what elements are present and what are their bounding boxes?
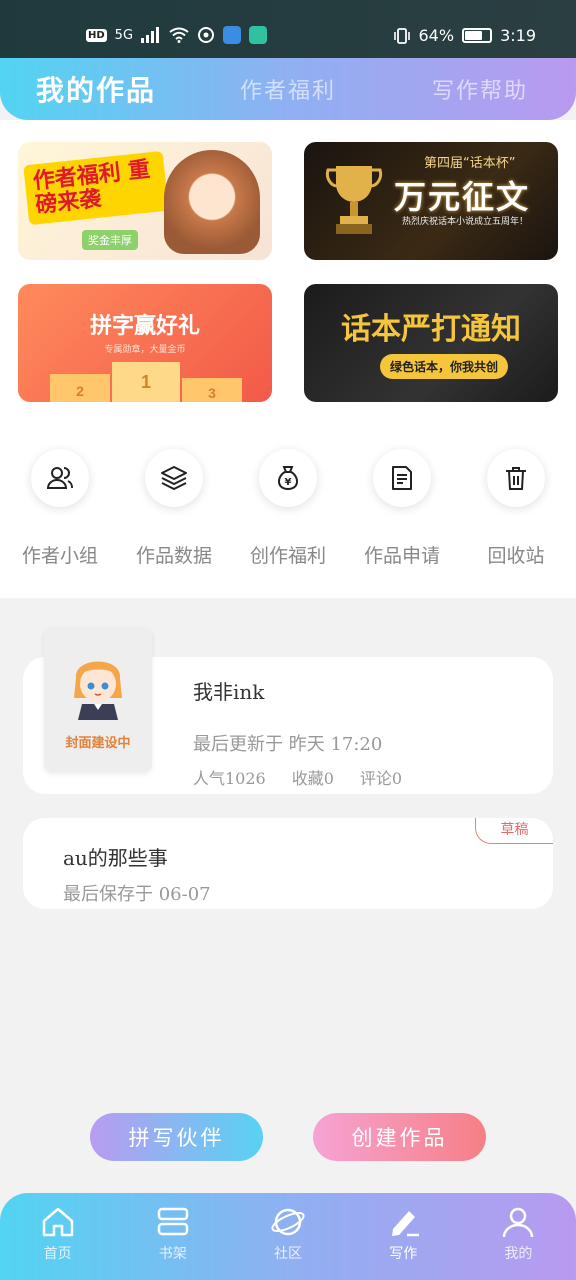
layers-icon [161,466,187,490]
banner-title: 万元征文 [394,178,531,216]
network-indicator: 5G [114,27,134,43]
pen-icon [392,1211,420,1237]
document-icon [392,466,412,490]
banner-subtitle: 专属勋章，大量金币 [104,345,186,355]
banner-title: 拼字赢好礼 [89,314,200,339]
money-bag-icon: ¥ [278,466,298,491]
draft-last-saved: 最后保存于 06-07 [63,884,211,905]
anime-avatar-illustration [74,661,122,720]
banner-kicker: 第四届“话本杯” [424,156,516,171]
hd-indicator: HD [86,28,107,42]
action-label: 作品申请 [363,545,440,567]
user-icon [503,1207,534,1238]
action-label: 回收站 [487,545,545,567]
svg-text:1: 1 [141,372,151,392]
vibrate-icon [393,27,410,44]
banner-crackdown-notice[interactable]: 话本严打通知 绿色话本，你我共创 [304,284,558,402]
users-icon [46,467,73,489]
tab-my-works[interactable]: 我的作品 [0,69,192,109]
nav-community[interactable]: 社区 [230,1193,345,1280]
work-comments: 评论0 [359,769,403,788]
nav-mine[interactable]: 我的 [461,1193,576,1280]
action-recycle-bin[interactable]: 回收站 [459,449,573,568]
action-label: 作品数据 [135,545,212,567]
action-work-data[interactable]: 作品数据 [117,449,231,568]
trash-icon [506,467,526,490]
nav-label: 我的 [504,1246,533,1262]
svg-text:2: 2 [76,383,84,399]
podium-illustration: 2 1 3 [50,362,242,402]
banner-title: 话本严打通知 [341,312,521,347]
nav-write[interactable]: 写作 [346,1193,461,1280]
action-author-group[interactable]: 作者小组 [3,449,117,568]
browser-app-icon [223,26,242,44]
banner-author-benefits[interactable]: 作者福利 重磅来袭 奖金丰厚 [18,142,272,260]
anime-character-illustration [164,150,260,254]
banner-essay-contest[interactable]: 第四届“话本杯” 万元征文 热烈庆祝话本小说成立五周年！ [304,142,558,260]
draft-card[interactable]: 草稿 au的那些事 最后保存于 06-07 [23,818,553,909]
nav-home[interactable]: 首页 [0,1193,115,1280]
action-creation-benefits[interactable]: ¥ 创作福利 [231,449,345,568]
draft-title: au的那些事 [63,846,168,870]
battery-icon [462,28,493,43]
spelling-partner-button[interactable]: 拼写伙伴 [90,1113,263,1161]
work-title[interactable]: 我非ink [193,676,264,705]
nav-label: 社区 [274,1246,302,1262]
work-favorites: 收藏0 [291,769,334,788]
bookshelf-icon [157,1207,189,1236]
planet-icon [271,1208,305,1236]
banner-subtitle: 热烈庆祝话本小说成立五周年！ [402,217,529,227]
message-app-icon [249,26,268,44]
create-work-button[interactable]: 创建作品 [313,1113,486,1161]
tab-author-benefits[interactable]: 作者福利 [192,73,384,105]
clock: 3:19 [500,26,536,45]
trophy-icon [325,166,383,234]
signal-icon [141,27,160,43]
banner-spelling-prize[interactable]: 拼字赢好礼 专属勋章，大量金币 2 1 3 [18,284,272,402]
nav-label: 书架 [158,1246,187,1262]
nav-label: 首页 [43,1246,72,1262]
banner-grid: 作者福利 重磅来袭 奖金丰厚 第四届“话本杯” 万元征文 热烈庆祝话本小说成立五… [0,120,576,405]
work-last-updated: 最后更新于 昨天 17:20 [193,734,383,755]
banner-subtitle: 绿色话本，你我共创 [380,354,509,379]
draft-badge: 草稿 [475,818,553,844]
svg-text:3: 3 [208,385,216,401]
header-tabs: 我的作品 作者福利 写作帮助 [0,58,576,120]
work-cover[interactable]: 封面建设中 [44,628,152,772]
netease-app-icon [198,27,215,43]
tab-writing-help[interactable]: 写作帮助 [384,73,576,105]
cover-placeholder-text: 封面建设中 [65,736,131,751]
action-work-application[interactable]: 作品申请 [345,449,459,568]
home-icon [42,1207,73,1237]
banner-subtitle: 奖金丰厚 [82,230,138,250]
work-popularity: 人气1026 [193,769,266,788]
work-stats: 人气1026 收藏0 评论0 [193,765,402,789]
banner-title: 作者福利 重磅来袭 [23,150,169,226]
nav-label: 写作 [389,1246,418,1262]
bottom-nav: 首页 书架 社区 写作 我的 [0,1193,576,1280]
action-label: 创作福利 [249,545,326,567]
action-label: 作者小组 [21,545,98,567]
svg-text:¥: ¥ [285,477,292,488]
wifi-icon [169,27,189,43]
nav-bookshelf[interactable]: 书架 [115,1193,230,1280]
battery-percent: 64% [418,26,455,45]
quick-actions: 作者小组 作品数据 ¥ 创作福利 作品申请 回收站 [0,405,576,598]
